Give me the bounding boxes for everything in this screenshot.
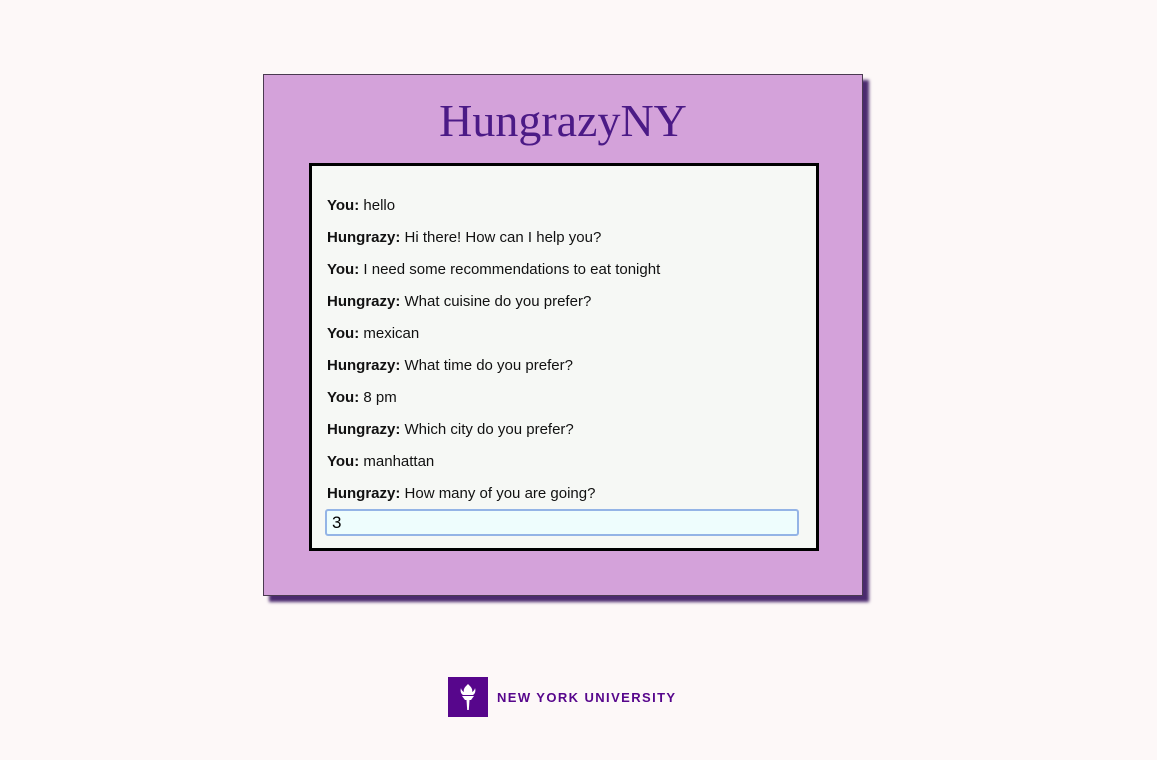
- chat-message: Hungrazy: How many of you are going?: [327, 478, 797, 510]
- nyu-torch-icon: [448, 677, 488, 717]
- message-list: You: hello Hungrazy: Hi there! How can I…: [327, 190, 797, 510]
- message-text: How many of you are going?: [404, 485, 596, 502]
- chat-message: You: 8 pm: [327, 382, 797, 414]
- chat-message: You: manhattan: [327, 446, 797, 478]
- message-sender: Hungrazy:: [327, 293, 401, 310]
- chat-app-panel: HungrazyNY You: hello Hungrazy: Hi there…: [263, 74, 863, 596]
- app-title: HungrazyNY: [439, 95, 687, 146]
- message-sender: Hungrazy:: [327, 485, 401, 502]
- chat-message: You: I need some recommendations to eat …: [327, 254, 797, 286]
- message-sender: You:: [327, 197, 360, 214]
- message-text: hello: [363, 197, 396, 214]
- chat-message: You: mexican: [327, 318, 797, 350]
- chat-window: You: hello Hungrazy: Hi there! How can I…: [309, 163, 819, 551]
- university-name: NEW YORK UNIVERSITY: [497, 689, 677, 705]
- message-sender: You:: [327, 261, 360, 278]
- nyu-logo: NEW YORK UNIVERSITY: [448, 677, 677, 717]
- message-text: Which city do you prefer?: [404, 421, 574, 438]
- message-sender: Hungrazy:: [327, 229, 401, 246]
- message-sender: Hungrazy:: [327, 357, 401, 374]
- message-sender: You:: [327, 389, 360, 406]
- message-text: Hi there! How can I help you?: [404, 229, 602, 246]
- message-text: I need some recommendations to eat tonig…: [363, 261, 661, 278]
- chat-message: Hungrazy: What time do you prefer?: [327, 350, 797, 382]
- message-sender: You:: [327, 325, 360, 342]
- chat-message: Hungrazy: Which city do you prefer?: [327, 414, 797, 446]
- message-sender: Hungrazy:: [327, 421, 401, 438]
- message-text: What time do you prefer?: [404, 357, 573, 374]
- message-text: 8 pm: [363, 389, 397, 406]
- message-text: manhattan: [363, 453, 435, 470]
- chat-message: Hungrazy: What cuisine do you prefer?: [327, 286, 797, 318]
- message-sender: You:: [327, 453, 360, 470]
- message-text: What cuisine do you prefer?: [404, 293, 592, 310]
- chat-input[interactable]: [325, 509, 799, 536]
- message-text: mexican: [363, 325, 420, 342]
- chat-message: Hungrazy: Hi there! How can I help you?: [327, 222, 797, 254]
- chat-message: You: hello: [327, 190, 797, 222]
